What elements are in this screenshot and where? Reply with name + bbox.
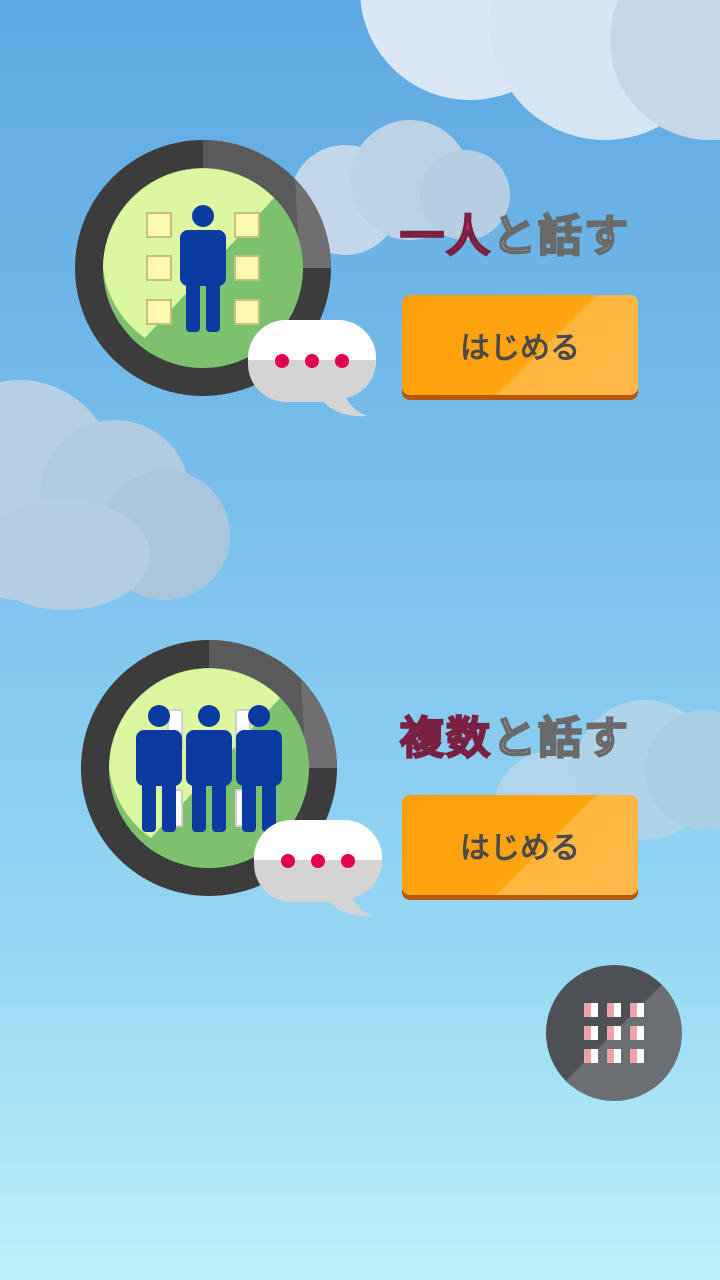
start-multiple-button[interactable]: はじめる <box>402 795 638 895</box>
start-single-button[interactable]: はじめる <box>402 295 638 395</box>
mode-single-title-accent: 一人 <box>399 210 492 263</box>
grid-icon <box>584 1003 644 1063</box>
speech-bubble-icon <box>254 820 382 917</box>
start-single-button-label: はじめる <box>460 331 580 366</box>
cloud-top-right <box>360 0 720 140</box>
mode-multiple-title-accent: 複数 <box>399 712 492 765</box>
mode-multiple-title: 複数と話す <box>399 702 630 766</box>
mode-multiple-title-rest: と話す <box>491 712 630 765</box>
mode-single-title: 一人と話す <box>399 200 630 264</box>
start-multiple-button-label: はじめる <box>460 831 580 866</box>
speech-bubble-icon <box>248 320 376 417</box>
menu-grid-button[interactable] <box>546 965 682 1101</box>
mode-multiple: 複数と話す はじめる <box>0 640 720 940</box>
mode-single-title-rest: と話す <box>491 210 630 263</box>
mode-single: 一人と話す はじめる <box>0 140 720 440</box>
